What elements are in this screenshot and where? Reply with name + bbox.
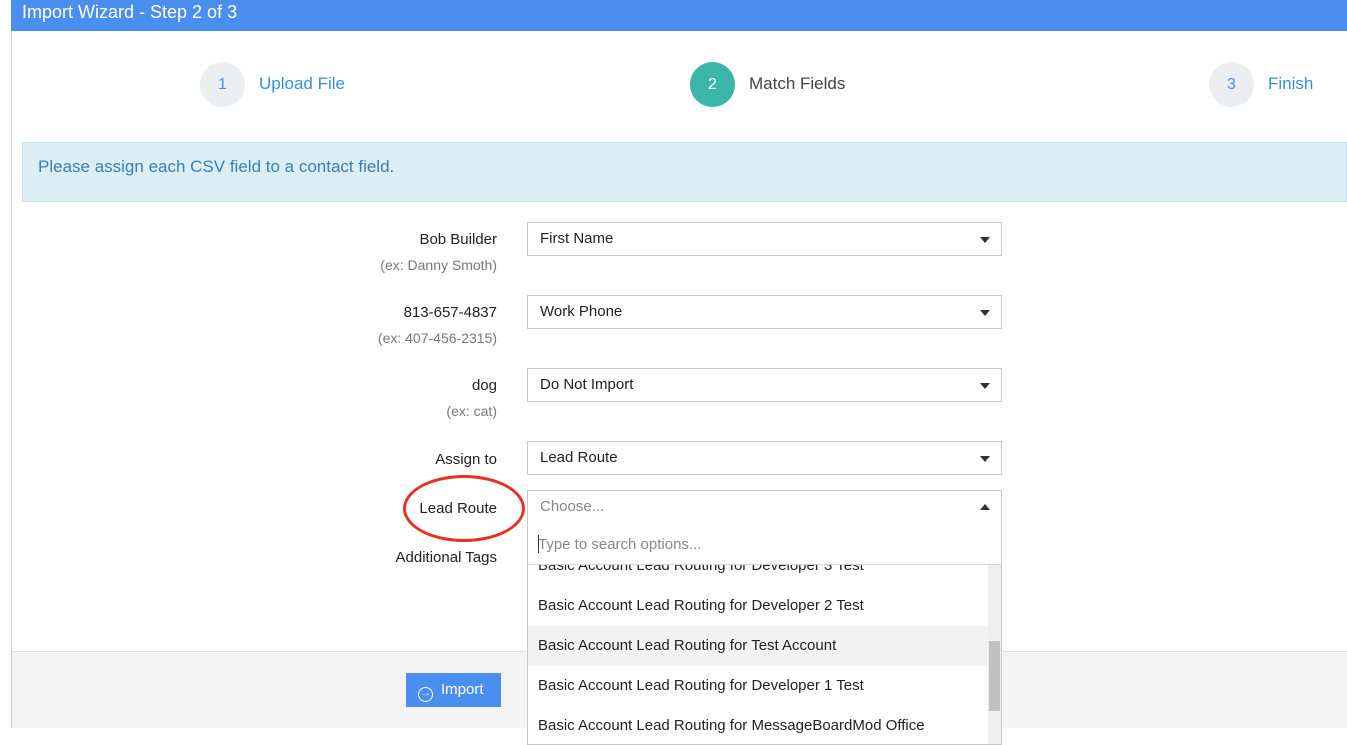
phone-mapping-select[interactable]: Work Phone xyxy=(527,295,1002,329)
caret-down-icon xyxy=(980,310,990,316)
field-label-dog: dog xyxy=(471,377,497,394)
dropdown-scrollbar[interactable] xyxy=(988,565,1001,744)
info-alert: Please assign each CSV field to a contac… xyxy=(22,142,1347,202)
import-button[interactable]: → Import xyxy=(406,673,501,707)
dog-mapping-value: Do Not Import xyxy=(540,376,634,393)
assign-to-select[interactable]: Lead Route xyxy=(527,441,1002,475)
scrollbar-thumb[interactable] xyxy=(989,641,1000,711)
lead-route-dropdown: Basic Account Lead Routing for Developer… xyxy=(527,523,1002,745)
caret-down-icon xyxy=(980,237,990,243)
step-2-number: 2 xyxy=(690,62,735,107)
field-hint-name: (ex: Danny Smoth) xyxy=(380,257,497,273)
caret-up-icon xyxy=(980,504,990,510)
dog-mapping-select[interactable]: Do Not Import xyxy=(527,368,1002,402)
option-search-input[interactable] xyxy=(538,531,988,557)
step-1-label[interactable]: Upload File xyxy=(259,74,345,94)
option-list: Basic Account Lead Routing for Developer… xyxy=(528,565,989,744)
name-mapping-value: First Name xyxy=(540,230,614,247)
dropdown-search xyxy=(528,523,1001,565)
field-label-phone: 813-657-4837 xyxy=(403,304,497,321)
step-3-number[interactable]: 3 xyxy=(1209,62,1254,107)
window-title: Import Wizard - Step 2 of 3 xyxy=(11,0,1347,31)
step-1-number[interactable]: 1 xyxy=(200,62,245,107)
field-label-additional-tags: Additional Tags xyxy=(395,549,497,566)
step-3-label[interactable]: Finish xyxy=(1268,74,1313,94)
dropdown-option[interactable]: Basic Account Lead Routing for Test Acco… xyxy=(528,626,989,666)
text-cursor xyxy=(538,535,539,553)
step-2-label: Match Fields xyxy=(749,74,846,93)
caret-down-icon xyxy=(980,383,990,389)
caret-down-icon xyxy=(980,456,990,462)
annotation-circle xyxy=(403,475,525,542)
field-hint-dog: (ex: cat) xyxy=(446,403,497,419)
arrow-right-circle-icon: → xyxy=(418,687,433,702)
name-mapping-select[interactable]: First Name xyxy=(527,222,1002,256)
lead-route-placeholder: Choose... xyxy=(540,498,605,515)
field-hint-phone: (ex: 407-456-2315) xyxy=(377,330,497,346)
lead-route-select[interactable]: Choose... xyxy=(527,490,1002,524)
assign-to-value: Lead Route xyxy=(540,449,618,466)
field-label-assign-to: Assign to xyxy=(435,451,497,468)
dropdown-option[interactable]: Basic Account Lead Routing for Developer… xyxy=(528,586,989,626)
dropdown-option[interactable]: Basic Account Lead Routing for MessageBo… xyxy=(528,706,989,744)
import-label: Import xyxy=(441,681,484,698)
phone-mapping-value: Work Phone xyxy=(540,303,623,320)
dropdown-option[interactable]: Basic Account Lead Routing for Developer… xyxy=(528,565,989,586)
dropdown-option[interactable]: Basic Account Lead Routing for Developer… xyxy=(528,666,989,706)
field-label-name: Bob Builder xyxy=(419,231,497,248)
